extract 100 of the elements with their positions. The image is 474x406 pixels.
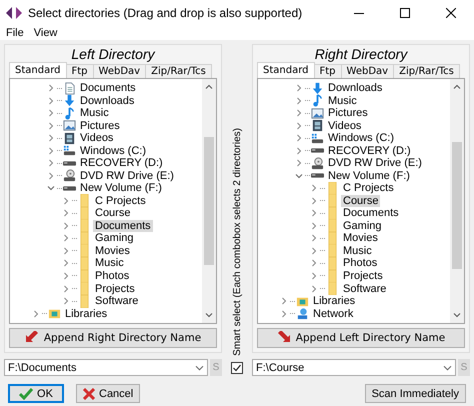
expand-chevron-icon[interactable] [295,96,303,105]
path-combobox[interactable]: F:\Documents [4,359,208,376]
scan-button[interactable]: Scan Immediately [364,384,466,403]
expand-chevron-icon[interactable] [62,297,70,306]
tree-item[interactable]: Videos [326,120,364,132]
expand-chevron-icon[interactable] [310,272,318,280]
tree-item[interactable]: Documents [78,82,138,94]
expand-chevron-icon[interactable] [62,209,70,218]
tree-item[interactable]: Photos [341,257,380,270]
tab[interactable]: WebDav [340,64,394,78]
tree-item[interactable]: Movies [341,232,380,244]
expand-chevron-icon[interactable] [62,272,70,280]
expand-chevron-icon[interactable] [295,134,303,142]
tree-item[interactable]: RECOVERY (D:) [326,144,413,157]
menu-item[interactable]: View [34,27,58,39]
tree-item[interactable]: Software [93,295,140,308]
menu-item[interactable]: File [6,27,24,39]
tree-item[interactable]: Music [93,257,126,270]
expand-chevron-icon[interactable] [310,234,318,242]
tree-item[interactable]: Pictures [78,120,122,132]
expand-chevron-icon[interactable] [47,146,55,155]
tab[interactable]: WebDav [92,64,146,78]
dropdown-caret-icon[interactable] [195,365,204,371]
expand-chevron-icon[interactable] [310,184,318,192]
cancel-button[interactable]: Cancel [76,384,140,403]
expand-chevron-icon[interactable] [62,196,70,205]
tree-item[interactable]: DVD RW Drive (E:) [326,157,424,170]
expand-chevron-icon[interactable] [62,259,70,268]
tree-item[interactable]: Course [341,194,380,207]
expand-chevron-icon[interactable] [47,172,55,180]
tree-item[interactable]: Photos [93,270,132,282]
tree-item[interactable]: Network [311,308,356,320]
expand-chevron-icon[interactable] [310,209,318,218]
expand-chevron-icon[interactable] [62,284,70,292]
tab[interactable]: Ftp [66,64,94,78]
expand-chevron-icon[interactable] [47,96,55,105]
scroll-down-icon[interactable] [205,311,213,319]
expand-chevron-icon[interactable] [295,146,303,155]
tree-item[interactable]: C Projects [93,194,148,207]
tree-item[interactable]: New Volume (F:) [326,170,412,182]
tree-item[interactable]: Music [341,244,374,257]
tab[interactable]: Standard [9,62,66,78]
tree-item[interactable]: Music [78,107,111,120]
expand-chevron-icon[interactable] [32,310,40,318]
scroll-thumb[interactable] [452,142,462,269]
tree-item[interactable]: Course [93,207,132,220]
scrollbar[interactable] [202,79,216,323]
tree-item[interactable]: Documents [93,220,153,232]
expand-chevron-icon[interactable] [310,196,318,205]
tree-item[interactable]: Videos [78,132,116,144]
tab[interactable]: Zip/Rar/Tcs [393,64,460,78]
tab[interactable]: Standard [257,62,314,78]
tree-item[interactable]: Windows (C:) [326,132,396,144]
tree-item[interactable]: Projects [93,282,137,294]
append-directory-button[interactable]: Append Right Directory Name [9,328,217,348]
tree-item[interactable]: Movies [93,244,132,257]
tree-item[interactable]: Libraries [63,308,110,320]
scroll-up-icon[interactable] [453,83,461,91]
smart-select-checkbox[interactable] [231,362,243,374]
tree-item[interactable]: Gaming [93,232,136,244]
expand-chevron-icon[interactable] [280,310,288,318]
scroll-up-icon[interactable] [205,83,213,91]
expand-chevron-icon[interactable] [295,84,303,92]
expand-chevron-icon[interactable] [295,159,303,168]
expand-chevron-icon[interactable] [62,234,70,242]
tree-item[interactable]: Gaming [341,220,384,232]
tree-item[interactable]: RECOVERY (D:) [78,157,165,170]
path-combobox[interactable]: F:\Course [252,359,456,376]
tree-item[interactable]: Downloads [326,82,384,94]
tab[interactable]: Zip/Rar/Tcs [145,64,212,78]
tree-item[interactable]: Pictures [326,107,370,120]
tree-item[interactable]: Libraries [311,295,358,308]
tree-item[interactable]: Software [341,282,388,294]
append-directory-button[interactable]: Append Left Directory Name [257,328,465,348]
expand-chevron-icon[interactable] [310,284,318,292]
expand-chevron-icon[interactable] [310,222,318,230]
expand-chevron-icon[interactable] [47,109,55,118]
scroll-thumb[interactable] [204,137,214,265]
expand-chevron-icon[interactable] [295,122,303,130]
collapse-chevron-icon[interactable] [47,184,55,192]
expand-chevron-icon[interactable] [47,122,55,130]
tree-item[interactable]: Windows (C:) [78,144,148,157]
tree-item[interactable]: Documents [341,207,401,220]
expand-chevron-icon[interactable] [47,159,55,168]
expand-chevron-icon[interactable] [47,84,55,92]
expand-chevron-icon[interactable] [280,297,288,306]
tree-item[interactable]: New Volume (F:) [78,182,164,194]
expand-chevron-icon[interactable] [62,222,70,230]
tree-item[interactable]: DVD RW Drive (E:) [78,170,176,182]
tree-item[interactable]: Projects [341,270,385,282]
collapse-chevron-icon[interactable] [295,172,303,180]
scrollbar[interactable] [450,79,464,323]
scroll-down-icon[interactable] [453,311,461,319]
tree-item[interactable]: C Projects [341,182,396,194]
tree-item[interactable]: Music [326,94,359,107]
expand-chevron-icon[interactable] [47,134,55,142]
expand-chevron-icon[interactable] [295,109,303,118]
expand-chevron-icon[interactable] [310,259,318,268]
tree-item[interactable]: Downloads [78,94,136,107]
expand-chevron-icon[interactable] [310,246,318,255]
